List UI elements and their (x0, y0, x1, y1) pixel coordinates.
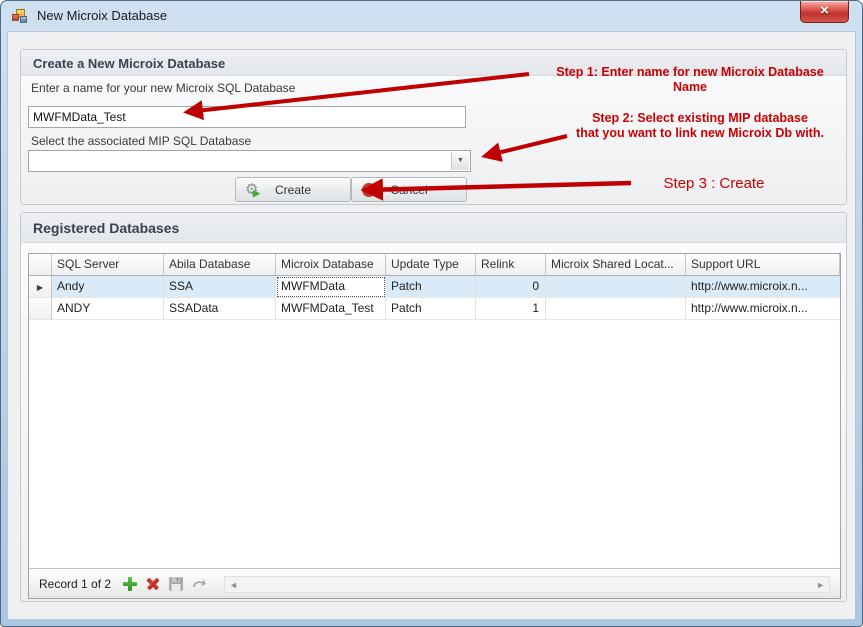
save-record-icon[interactable] (168, 576, 184, 592)
cancel-button-label: Cancel (352, 178, 466, 201)
grid-corner-cell (29, 254, 52, 276)
cell-relink[interactable]: 1 (476, 298, 546, 320)
cell-sql-server[interactable]: ANDY (52, 298, 164, 320)
title-bar[interactable]: New Microix Database × (1, 1, 862, 31)
annotation-step2-line2: that you want to link new Microix Db wit… (539, 126, 861, 141)
scroll-right-icon[interactable]: ► (816, 579, 825, 591)
delete-record-icon[interactable] (145, 576, 161, 592)
registered-panel-title: Registered Databases (21, 213, 846, 243)
cell-sql-server[interactable]: Andy (52, 276, 164, 298)
mip-database-label: Select the associated MIP SQL Database (31, 134, 251, 148)
cancel-button[interactable]: Cancel (351, 177, 467, 202)
close-icon: × (820, 2, 829, 19)
cell-update-type[interactable]: Patch (386, 298, 476, 320)
cell-abila-database[interactable]: SSAData (164, 298, 276, 320)
database-name-label: Enter a name for your new Microix SQL Da… (31, 81, 295, 95)
annotation-step2: Step 2: Select existing MIP database tha… (539, 111, 861, 141)
table-row[interactable]: ▶ Andy SSA MWFMData Patch 0 http://www.m… (29, 276, 840, 298)
mip-database-combobox[interactable]: ▼ (28, 150, 471, 172)
col-header-microix-database[interactable]: Microix Database (276, 254, 386, 276)
col-header-abila-database[interactable]: Abila Database (164, 254, 276, 276)
col-header-update-type[interactable]: Update Type (386, 254, 476, 276)
record-count-label: Record 1 of 2 (39, 577, 111, 591)
row-selector-cell[interactable]: ▶ (29, 276, 52, 298)
app-icon (12, 8, 28, 24)
col-header-sql-server[interactable]: SQL Server (52, 254, 164, 276)
grid-header-row: SQL Server Abila Database Microix Databa… (29, 254, 840, 276)
app-icon-square-blue (20, 16, 27, 23)
annotation-step3: Step 3 : Create (629, 175, 799, 192)
close-button[interactable]: × (800, 1, 849, 23)
current-row-arrow-icon: ▶ (37, 283, 43, 292)
col-header-relink[interactable]: Relink (476, 254, 546, 276)
dialog-window: New Microix Database × Create a New Micr… (0, 0, 863, 627)
cell-relink[interactable]: 0 (476, 276, 546, 298)
create-button-label: Create (236, 178, 350, 201)
annotation-step2-line1: Step 2: Select existing MIP database (539, 111, 861, 126)
scroll-left-icon[interactable]: ◄ (229, 579, 238, 591)
annotation-step1-line1: Step 1: Enter name for new Microix Datab… (524, 65, 856, 80)
annotation-step1-line2: Name (524, 80, 856, 95)
window-title: New Microix Database (37, 8, 167, 23)
add-record-icon[interactable] (122, 576, 138, 592)
undo-edit-icon[interactable] (191, 576, 207, 592)
cell-support-url[interactable]: http://www.microix.n... (686, 298, 840, 320)
app-icon-square-red (12, 14, 19, 21)
create-button[interactable]: ⚙ ▶ Create (235, 177, 351, 202)
col-header-support-url[interactable]: Support URL (686, 254, 840, 276)
table-row[interactable]: ANDY SSAData MWFMData_Test Patch 1 http:… (29, 298, 840, 320)
annotation-step1: Step 1: Enter name for new Microix Datab… (524, 65, 856, 95)
col-header-shared-location[interactable]: Microix Shared Locat... (546, 254, 686, 276)
horizontal-scrollbar[interactable]: ◄ ► (224, 576, 830, 593)
registered-databases-panel: Registered Databases SQL Server Abila Da… (20, 212, 847, 602)
cell-microix-database[interactable]: MWFMData_Test (276, 298, 386, 320)
databases-grid: SQL Server Abila Database Microix Databa… (28, 253, 841, 599)
chevron-down-icon: ▼ (457, 157, 464, 164)
mip-database-dropdown-button[interactable]: ▼ (451, 152, 469, 170)
cell-abila-database[interactable]: SSA (164, 276, 276, 298)
cell-update-type[interactable]: Patch (386, 276, 476, 298)
cell-support-url[interactable]: http://www.microix.n... (686, 276, 840, 298)
cell-microix-database-focused[interactable]: MWFMData (276, 276, 386, 298)
cell-shared-location[interactable] (546, 298, 686, 320)
row-selector-cell[interactable] (29, 298, 52, 320)
record-navigator: Record 1 of 2 (29, 568, 840, 598)
cell-shared-location[interactable] (546, 276, 686, 298)
database-name-input[interactable] (28, 106, 466, 128)
